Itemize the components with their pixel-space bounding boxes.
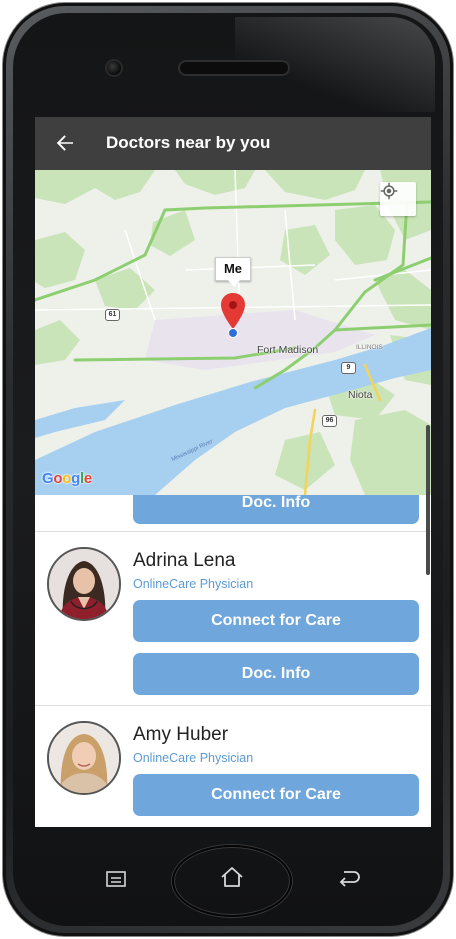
place-label-fort-madison: Fort Madison bbox=[257, 344, 319, 356]
doctor-list[interactable]: Doc. Info Adrina Lena OnlineCare Physici… bbox=[35, 495, 431, 827]
speaker-grille bbox=[180, 62, 288, 74]
me-info-window: Me bbox=[215, 257, 251, 287]
list-divider bbox=[35, 531, 431, 532]
doctor-role: OnlineCare Physician bbox=[133, 751, 254, 765]
map-pin-icon[interactable] bbox=[221, 293, 245, 329]
doctor-name: Amy Huber bbox=[133, 724, 229, 745]
menu-icon[interactable] bbox=[104, 869, 128, 889]
map-view[interactable]: Me Fort Madison Niota ILLINOIS Mississip… bbox=[35, 170, 431, 495]
current-location-dot bbox=[228, 328, 238, 338]
page-title: Doctors near by you bbox=[106, 133, 271, 152]
arrow-left-icon[interactable] bbox=[53, 131, 77, 155]
route-shield-61: 61 bbox=[105, 309, 120, 321]
camera-icon bbox=[107, 61, 121, 75]
route-shield-96: 96 bbox=[322, 415, 337, 427]
avatar bbox=[47, 721, 121, 795]
scrollbar[interactable] bbox=[426, 425, 430, 575]
place-label-niota: Niota bbox=[348, 389, 373, 401]
app-bar: Doctors near by you bbox=[35, 117, 431, 170]
list-divider bbox=[35, 705, 431, 706]
connect-for-care-button[interactable]: Connect for Care bbox=[133, 600, 419, 642]
doctor-role: OnlineCare Physician bbox=[133, 577, 254, 591]
doctor-name: Adrina Lena bbox=[133, 550, 236, 571]
doc-info-button[interactable]: Doc. Info bbox=[133, 653, 419, 695]
back-icon[interactable] bbox=[336, 868, 362, 890]
my-location-icon[interactable] bbox=[380, 182, 416, 216]
home-icon[interactable] bbox=[219, 865, 245, 889]
connect-for-care-button[interactable]: Connect for Care bbox=[133, 774, 419, 816]
doc-info-button[interactable]: Doc. Info bbox=[133, 495, 419, 524]
app-screen: Doctors near by you Me Fort Madison Niot… bbox=[35, 117, 431, 827]
state-label: ILLINOIS bbox=[356, 344, 383, 351]
avatar bbox=[47, 547, 121, 621]
google-logo: Google bbox=[42, 470, 92, 487]
route-shield-9: 9 bbox=[341, 362, 356, 374]
